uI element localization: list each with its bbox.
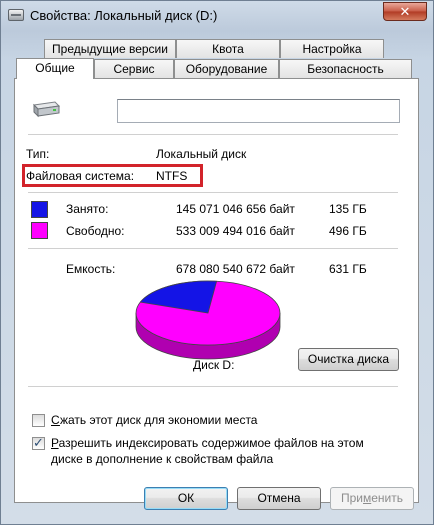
disk-cleanup-button[interactable]: Очистка диска [298,348,399,371]
tab-general[interactable]: Общие [16,58,94,79]
index-label-line2[interactable]: диске в дополнение к свойствам файла [51,452,273,466]
properties-window: Свойства: Локальный диск (D:) ✕ Предыдущ… [0,0,434,525]
disk-usage-pie-chart [135,280,281,360]
type-value: Локальный диск [156,147,247,161]
hard-disk-icon [32,101,61,118]
capacity-label: Емкость: [66,262,116,276]
capacity-gb: 631 ГБ [329,262,367,276]
used-gb: 135 ГБ [329,202,367,216]
cancel-button[interactable]: Отмена [237,487,321,510]
window-title: Свойства: Локальный диск (D:) [30,8,218,23]
volume-name-input[interactable] [117,99,400,123]
disk-label: Диск D: [193,358,235,372]
free-bytes: 533 009 494 016 байт [176,224,295,238]
compress-checkbox[interactable] [32,414,45,427]
tab-security[interactable]: Безопасность [279,59,412,78]
compress-label[interactable]: Сжать этот диск для экономии места [51,413,257,427]
ok-button[interactable]: ОК [144,487,228,510]
free-space-swatch [31,222,48,239]
tab-customize[interactable]: Настройка [280,39,384,58]
type-label: Тип: [26,147,50,161]
tab-quota[interactable]: Квота [176,39,280,58]
drive-icon [8,9,24,21]
index-checkbox[interactable]: ✓ [32,435,45,450]
divider [28,248,398,249]
tab-previous-versions[interactable]: Предыдущие версии [44,39,176,58]
apply-button[interactable]: Применить [330,487,414,510]
divider [28,386,398,387]
used-label: Занято: [66,202,109,216]
filesystem-highlight-frame [22,164,203,187]
divider [28,192,398,193]
free-label: Свободно: [66,224,125,238]
dialog-content: Предыдущие версии Квота Настройка Общие … [8,31,426,519]
tab-hardware[interactable]: Оборудование [174,59,279,78]
used-space-swatch [31,201,48,218]
index-label-line1[interactable]: Разрешить индексировать содержимое файло… [51,436,364,450]
close-button[interactable]: ✕ [383,2,427,21]
free-gb: 496 ГБ [329,224,367,238]
title-bar[interactable]: Свойства: Локальный диск (D:) ✕ [1,1,433,31]
checkmark-icon: ✓ [33,435,44,450]
capacity-bytes: 678 080 540 672 байт [176,262,295,276]
used-bytes: 145 071 046 656 байт [176,202,295,216]
divider [28,134,398,135]
tab-tools[interactable]: Сервис [94,59,174,78]
